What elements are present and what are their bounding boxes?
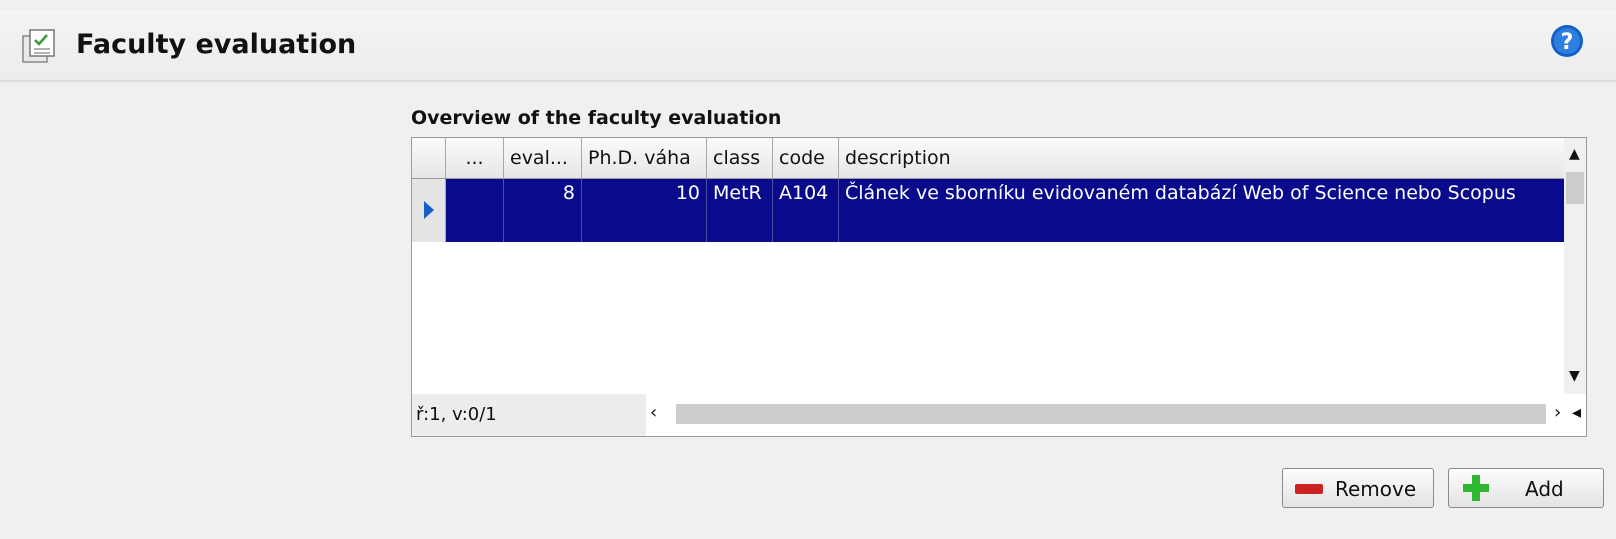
column-header-class[interactable]: class	[707, 138, 773, 178]
row-selector-header	[412, 138, 446, 178]
remove-button-label: Remove	[1335, 477, 1417, 501]
scroll-left-icon[interactable]: ‹	[650, 402, 657, 423]
page-title: Faculty evaluation	[76, 29, 357, 60]
minus-icon	[1295, 484, 1323, 494]
column-header-dots[interactable]: ...	[446, 138, 504, 178]
scroll-down-icon[interactable]: ▼	[1569, 368, 1580, 384]
scroll-up-icon[interactable]: ▲	[1569, 146, 1580, 162]
vertical-scrollbar[interactable]: ▲ ▼	[1564, 138, 1586, 394]
row-selector[interactable]	[412, 179, 446, 242]
column-header-eval[interactable]: eval...	[504, 138, 582, 178]
svg-text:?: ?	[1561, 30, 1574, 55]
cell-description[interactable]: Článek ve sborníku evidovaném databází W…	[839, 179, 1564, 242]
record-status: ř:1, v:0/1	[412, 394, 646, 436]
help-icon[interactable]: ?	[1550, 24, 1584, 58]
column-header-description[interactable]: description	[839, 138, 1564, 178]
section-title: Overview of the faculty evaluation	[411, 107, 782, 129]
vertical-scroll-thumb[interactable]	[1566, 172, 1584, 204]
cell-code[interactable]: A104	[773, 179, 839, 242]
scroll-right-icon[interactable]: ›	[1554, 402, 1561, 423]
column-header-phd-vaha[interactable]: Ph.D. váha	[582, 138, 707, 178]
cell-phd-vaha[interactable]: 10	[582, 179, 707, 242]
grid-header: ... eval... Ph.D. váha class code descri…	[412, 138, 1564, 179]
form-checklist-icon	[22, 29, 55, 63]
plus-icon	[1463, 475, 1489, 501]
current-row-arrow-icon	[424, 201, 434, 219]
horizontal-scroll-thumb[interactable]	[676, 404, 1546, 424]
cell-eval[interactable]: 8	[504, 179, 582, 242]
column-header-code[interactable]: code	[773, 138, 839, 178]
add-button-label: Add	[1525, 477, 1564, 501]
page-header: Faculty evaluation ?	[0, 10, 1616, 82]
table-row[interactable]: 8 10 MetR A104 Článek ve sborníku evidov…	[412, 179, 1564, 242]
horizontal-scrollbar[interactable]: ‹ › ◂	[642, 402, 1586, 426]
remove-button[interactable]: Remove	[1282, 468, 1434, 508]
cell-dots[interactable]	[446, 179, 504, 242]
cell-class[interactable]: MetR	[707, 179, 773, 242]
add-button[interactable]: Add	[1448, 468, 1604, 508]
scroll-end-icon[interactable]: ◂	[1572, 402, 1581, 423]
evaluation-grid[interactable]: ... eval... Ph.D. váha class code descri…	[411, 137, 1587, 437]
